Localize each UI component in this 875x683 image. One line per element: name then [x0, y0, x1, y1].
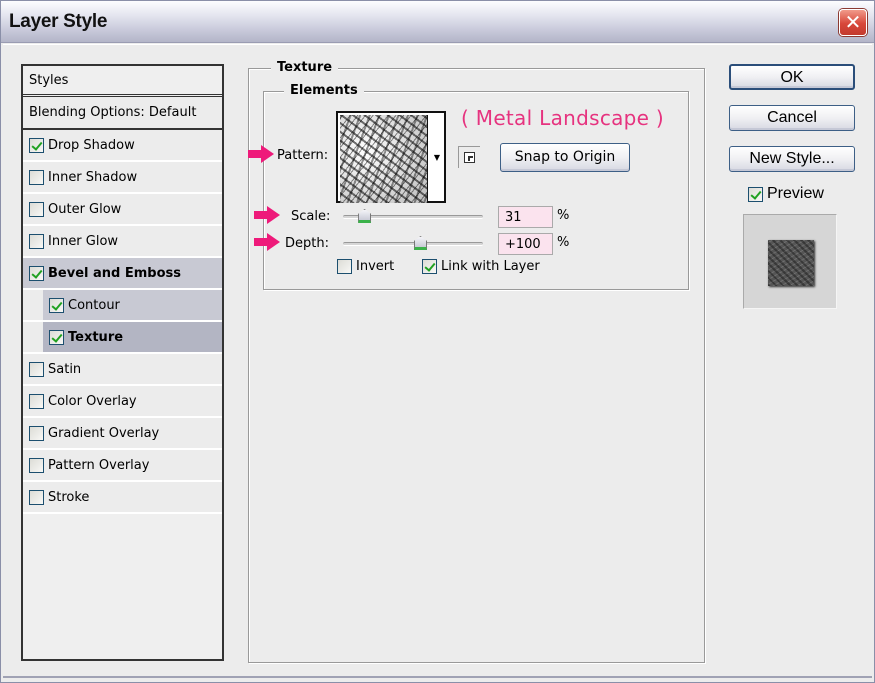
style-item-stroke[interactable]: Stroke — [23, 482, 222, 514]
style-item-label: Texture — [68, 329, 124, 345]
style-item-label: Inner Glow — [48, 233, 119, 249]
texture-group-title: Texture — [271, 60, 339, 75]
style-item-label: Contour — [68, 297, 120, 313]
style-item-bevel-and-emboss[interactable]: Bevel and Emboss — [23, 258, 222, 290]
link-with-layer-checkbox-box[interactable] — [422, 259, 437, 274]
invert-checkbox[interactable]: Invert — [337, 259, 394, 274]
style-checkbox[interactable] — [29, 425, 44, 441]
styles-header[interactable]: Styles — [23, 66, 222, 97]
preview-swatch — [768, 240, 814, 286]
style-item-label: Drop Shadow — [48, 137, 135, 153]
style-checkbox[interactable] — [29, 489, 44, 505]
styles-list: Styles Blending Options: Default Drop Sh… — [21, 64, 224, 661]
invert-label: Invert — [356, 259, 395, 274]
style-item-contour[interactable]: Contour — [23, 290, 222, 322]
style-checkbox[interactable] — [29, 233, 44, 249]
style-item-label: Color Overlay — [48, 393, 137, 409]
close-button[interactable]: ✕ — [839, 9, 867, 36]
blending-options-label: Blending Options: Default — [29, 105, 197, 120]
style-item-inner-shadow[interactable]: Inner Shadow — [23, 162, 222, 194]
style-checkbox[interactable] — [49, 329, 64, 345]
blending-options-item[interactable]: Blending Options: Default — [23, 97, 222, 130]
style-checkbox[interactable] — [29, 457, 44, 473]
preview-label: Preview — [767, 185, 824, 202]
new-preset-icon — [464, 152, 475, 163]
style-item-pattern-overlay[interactable]: Pattern Overlay — [23, 450, 222, 482]
style-preview — [743, 214, 837, 309]
link-with-layer-checkbox[interactable]: Link with Layer — [422, 259, 540, 274]
title-bar[interactable]: Layer Style ✕ — [1, 1, 874, 43]
pattern-thumbnail — [340, 115, 428, 203]
annotation-arrow-icon — [254, 206, 282, 224]
style-item-label: Gradient Overlay — [48, 425, 160, 441]
style-item-label: Bevel and Emboss — [48, 265, 181, 281]
depth-slider-track[interactable] — [343, 242, 483, 246]
style-item-label: Satin — [48, 361, 82, 377]
style-item-outer-glow[interactable]: Outer Glow — [23, 194, 222, 226]
scale-input[interactable]: 31 — [498, 206, 553, 228]
style-checkbox[interactable] — [29, 361, 44, 377]
triangle-down-icon[interactable]: ▼ — [430, 113, 444, 201]
style-item-label: Outer Glow — [48, 201, 122, 217]
new-preset-button[interactable] — [458, 146, 480, 168]
invert-checkbox-box[interactable] — [337, 259, 352, 274]
style-item-inner[interactable]: Texture — [43, 322, 222, 352]
annotation-arrow-icon — [254, 233, 282, 251]
preview-checkbox[interactable]: Preview — [748, 185, 824, 203]
style-item-gradient-overlay[interactable]: Gradient Overlay — [23, 418, 222, 450]
pattern-label: Pattern: — [277, 148, 329, 163]
pattern-picker[interactable]: ▼ — [336, 111, 446, 203]
dialog-title: Layer Style — [9, 11, 108, 32]
style-checkbox[interactable] — [29, 393, 44, 409]
preview-checkbox-box[interactable] — [748, 186, 763, 202]
pattern-name-annotation: ( Metal Landscape ) — [461, 106, 665, 130]
style-checkbox[interactable] — [49, 297, 64, 313]
new-style-button[interactable]: New Style... — [729, 146, 855, 172]
depth-input[interactable]: +100 — [498, 233, 553, 255]
annotation-arrow-icon — [248, 145, 276, 163]
ok-button[interactable]: OK — [729, 64, 855, 90]
link-with-layer-label: Link with Layer — [441, 259, 540, 274]
style-item-satin[interactable]: Satin — [23, 354, 222, 386]
elements-group-title: Elements — [284, 83, 364, 98]
style-item-drop-shadow[interactable]: Drop Shadow — [23, 130, 222, 162]
style-checkbox[interactable] — [29, 169, 44, 185]
style-item-inner[interactable]: Contour — [43, 290, 222, 320]
style-item-texture[interactable]: Texture — [23, 322, 222, 354]
depth-label: Depth: — [285, 236, 329, 251]
style-item-inner-glow[interactable]: Inner Glow — [23, 226, 222, 258]
style-checkbox[interactable] — [29, 201, 44, 217]
style-item-label: Stroke — [48, 489, 90, 505]
style-item-label: Pattern Overlay — [48, 457, 150, 473]
style-checkbox[interactable] — [29, 137, 44, 153]
layer-style-dialog: Layer Style ✕ Styles Blending Options: D… — [0, 0, 875, 683]
depth-unit: % — [557, 235, 570, 250]
style-item-color-overlay[interactable]: Color Overlay — [23, 386, 222, 418]
snap-to-origin-button[interactable]: Snap to Origin — [500, 143, 630, 172]
style-item-label: Inner Shadow — [48, 169, 138, 185]
scale-unit: % — [557, 208, 570, 223]
style-checkbox[interactable] — [29, 265, 44, 281]
close-x-icon: ✕ — [844, 10, 862, 34]
scale-label: Scale: — [291, 209, 331, 224]
cancel-button[interactable]: Cancel — [729, 105, 855, 131]
